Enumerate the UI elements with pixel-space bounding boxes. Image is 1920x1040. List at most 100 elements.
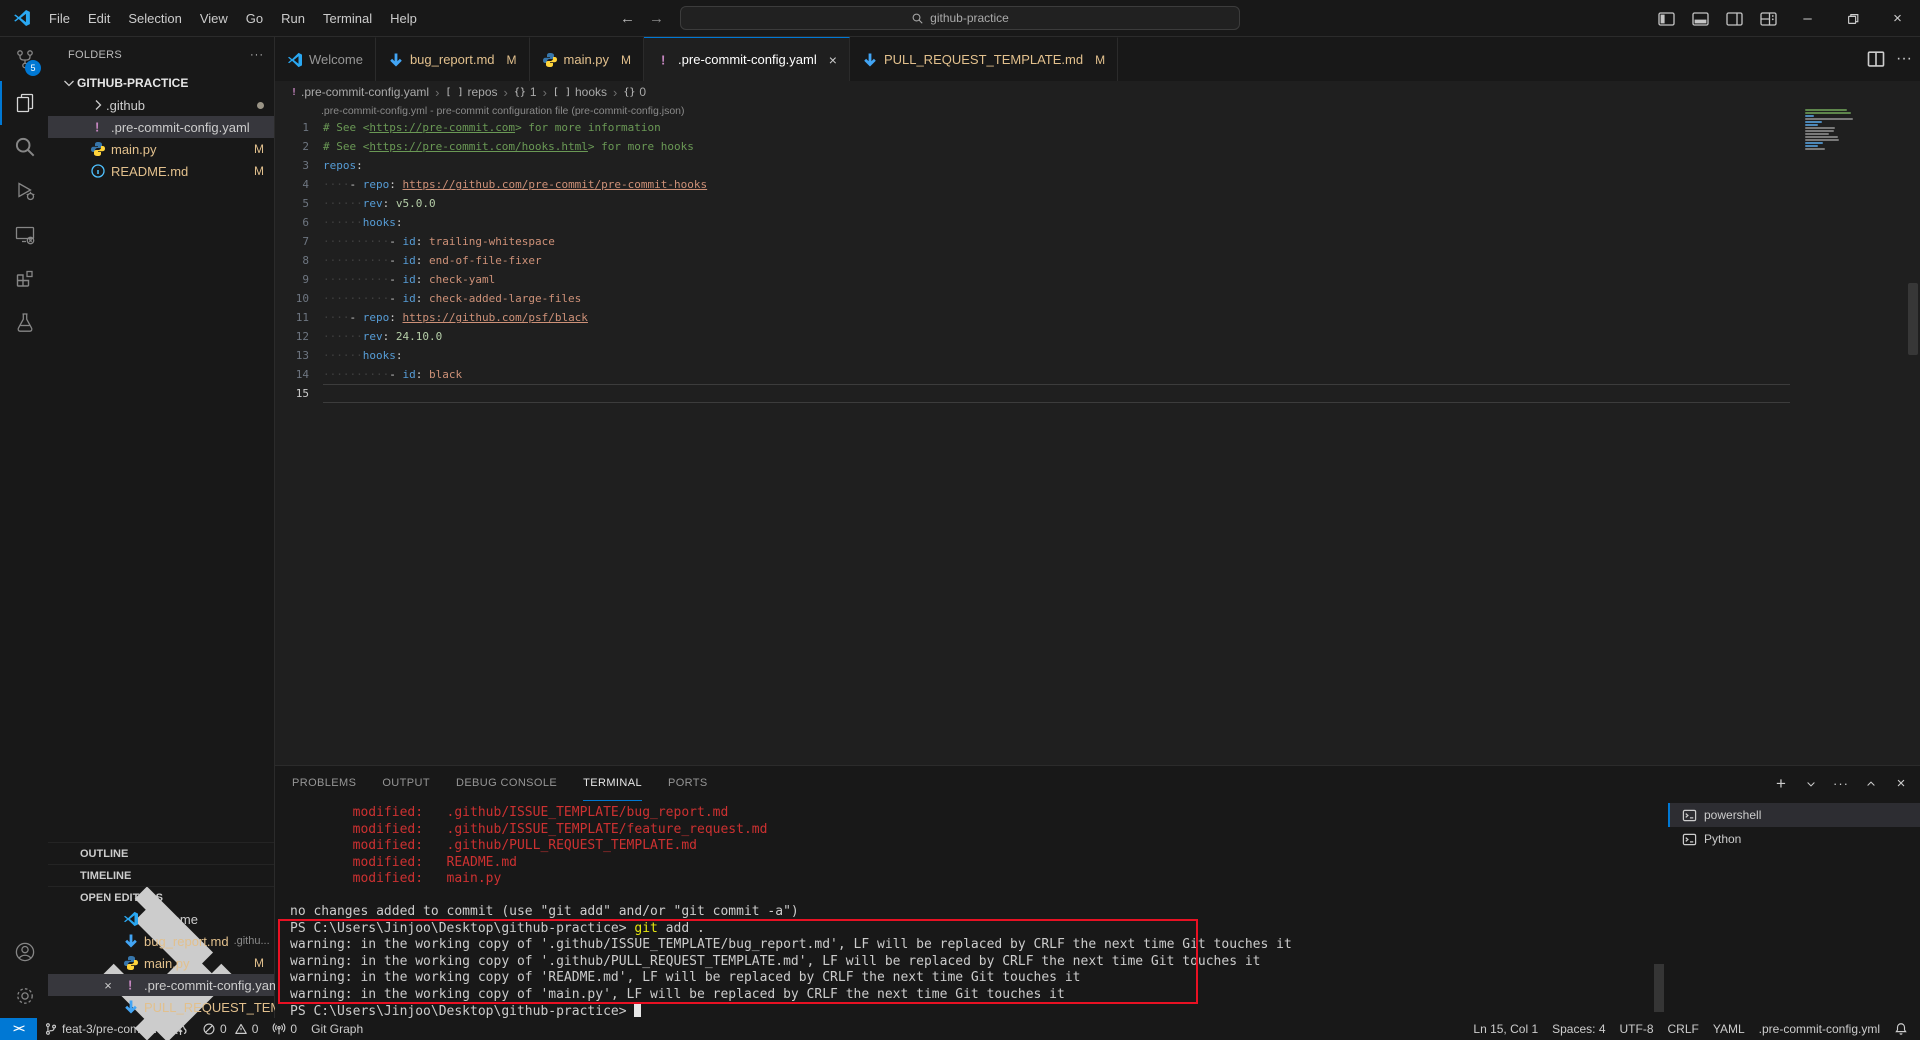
layout-sidebar-right-icon[interactable] — [1717, 0, 1751, 37]
activity-account-icon[interactable] — [0, 930, 48, 974]
editor-scrollbar[interactable] — [1908, 283, 1918, 355]
tab-welcome[interactable]: Welcome — [275, 37, 376, 81]
close-icon[interactable]: × — [100, 978, 116, 993]
open-editor-pull-request-tem-[interactable]: PULL_REQUEST_TEM...M — [48, 996, 308, 1018]
menu-file[interactable]: File — [40, 0, 79, 37]
layout-panel-icon[interactable] — [1683, 0, 1717, 37]
minimap-line — [1805, 142, 1823, 144]
minimize-button[interactable]: – — [1785, 0, 1830, 37]
broadcast-icon — [272, 1022, 286, 1036]
open-editor-bug-report-md[interactable]: bug_report.md.githu...M — [48, 930, 286, 952]
command-center[interactable]: github-practice — [680, 6, 1240, 30]
breadcrumb-item[interactable]: ! .pre-commit-config.yaml — [291, 85, 429, 99]
tab--pre-commit-config-yaml[interactable]: ! .pre-commit-config.yaml × — [644, 37, 850, 81]
forward-arrow-icon[interactable]: → — [649, 10, 664, 27]
terminal-instance-python[interactable]: Python — [1668, 827, 1920, 851]
tree-item--pre-commit-config-yaml[interactable]: ! .pre-commit-config.yaml — [48, 116, 274, 138]
code-line: 1 # See <https://pre-commit.com> for more… — [275, 118, 1920, 137]
panel-tab-terminal[interactable]: TERMINAL — [583, 766, 642, 801]
status-language-mode[interactable]: YAML — [1706, 1018, 1752, 1040]
panel-chevron-down-icon[interactable] — [1802, 775, 1820, 793]
tree-root[interactable]: GITHUB-PRACTICE — [48, 72, 274, 94]
modified-badge: M — [621, 52, 632, 67]
editor-more-icon[interactable]: ··· — [1896, 50, 1912, 68]
remote-indicator[interactable]: >< — [0, 1018, 37, 1040]
vscode-window: File Edit Selection View Go Run Terminal Help ←… — [0, 0, 1920, 1040]
breadcrumb[interactable]: ! .pre-commit-config.yaml ›[ ] repos ›{} 1 ›[ … — [275, 81, 1920, 103]
git-graph-button[interactable]: Git Graph — [304, 1018, 370, 1040]
panel-tab-debug-console[interactable]: DEBUG CONSOLE — [456, 766, 557, 801]
breadcrumb-item[interactable]: {} 0 — [623, 85, 646, 99]
symbol-icon: [ ] — [552, 86, 571, 98]
tab-pull-request-template-md[interactable]: PULL_REQUEST_TEMPLATE.md M — [849, 37, 1119, 81]
status-encoding[interactable]: UTF-8 — [1613, 1018, 1661, 1040]
panel-tab-ports[interactable]: PORTS — [668, 766, 708, 801]
menu-go[interactable]: Go — [237, 0, 272, 37]
open-editor-welcome[interactable]: Welcome — [48, 908, 274, 930]
bell-icon[interactable] — [1887, 1018, 1920, 1040]
tab-label: PULL_REQUEST_TEMPLATE.md — [883, 52, 1084, 67]
editor-tab-bar: Welcome bug_report.md Mmain.py M! .pre-commi… — [275, 37, 1920, 81]
chevron-down-icon — [61, 75, 77, 91]
terminal-output[interactable]: modified: .github/ISSUE_TEMPLATE/bug_rep… — [275, 801, 1668, 1018]
tree-item-main-py[interactable]: main.py M — [48, 138, 274, 160]
code-line: 9 ··········- id: check-yaml — [275, 270, 1920, 289]
split-editor-icon[interactable] — [1866, 49, 1886, 69]
open-editor-main-py[interactable]: main.py M — [48, 952, 274, 974]
back-arrow-icon[interactable]: ← — [620, 10, 635, 27]
activity-extensions-icon[interactable] — [0, 257, 48, 301]
menu-run[interactable]: Run — [272, 0, 314, 37]
minimap-line — [1805, 109, 1848, 111]
panel-close-icon[interactable]: × — [1892, 775, 1910, 793]
breadcrumb-item[interactable]: [ ] repos — [445, 85, 497, 99]
close-icon[interactable]: × — [829, 52, 837, 68]
breadcrumb-item[interactable]: [ ] hooks — [553, 85, 607, 99]
section-open-editors[interactable]: OPEN EDITORS — [48, 886, 274, 1040]
breadcrumb-separator: › — [503, 84, 508, 100]
tree-item-readme-md[interactable]: README.md M — [48, 160, 274, 182]
tree-item--github[interactable]: .github — [48, 94, 274, 116]
panel-tab-output[interactable]: OUTPUT — [382, 766, 430, 801]
sidebar-more-icon[interactable]: ··· — [250, 49, 264, 61]
restore-button[interactable] — [1830, 0, 1875, 37]
section-timeline[interactable]: TIMELINE — [48, 864, 274, 1040]
close-button[interactable]: × — [1875, 0, 1920, 37]
terminal-label: powershell — [1704, 808, 1762, 822]
terminal-instance-powershell[interactable]: powershell — [1668, 803, 1920, 827]
layout-sidebar-left-icon[interactable] — [1649, 0, 1683, 37]
terminal-scrollbar[interactable] — [1654, 964, 1664, 1012]
panel-plus-icon[interactable]: + — [1772, 775, 1790, 793]
status-schema-name[interactable]: .pre-commit-config.yml — [1752, 1018, 1887, 1040]
terminal-line: modified: .github/ISSUE_TEMPLATE/feature… — [290, 821, 768, 837]
status-indentation[interactable]: Spaces: 4 — [1545, 1018, 1612, 1040]
breadcrumb-item[interactable]: {} 1 — [514, 85, 537, 99]
status-cursor-position[interactable]: Ln 15, Col 1 — [1466, 1018, 1545, 1040]
activity-explorer-icon[interactable] — [0, 81, 48, 125]
editor-pane[interactable]: .pre-commit-config.yml - pre-commit conf… — [275, 103, 1920, 765]
menu-selection[interactable]: Selection — [119, 0, 190, 37]
activity-search-icon[interactable] — [0, 125, 48, 169]
activity-settings-gear-icon[interactable] — [0, 974, 48, 1018]
menu-help[interactable]: Help — [381, 0, 426, 37]
open-editor--pre-commit-config-yaml[interactable]: ×! .pre-commit-config.yaml — [48, 974, 283, 996]
file-label: .pre-commit-config.yaml — [111, 119, 250, 135]
tab-main-py[interactable]: main.py M — [529, 37, 645, 81]
tab-bug-report-md[interactable]: bug_report.md M — [375, 37, 530, 81]
status-eol[interactable]: CRLF — [1661, 1018, 1706, 1040]
minimap[interactable] — [1805, 109, 1862, 154]
section-outline[interactable]: OUTLINE — [48, 842, 274, 1019]
sidebar-title: FOLDERS — [68, 48, 123, 61]
activity-remote-explorer-icon[interactable] — [0, 213, 48, 257]
layout-customize-icon[interactable] — [1751, 0, 1785, 37]
line-number: 14 — [295, 368, 309, 381]
activity-source-control-icon[interactable]: 5 — [0, 37, 48, 81]
bottom-panel: PROBLEMS OUTPUT DEBUG CONSOLE TERMINAL PORTS… — [275, 765, 1920, 1018]
menu-edit[interactable]: Edit — [79, 0, 119, 37]
menu-view[interactable]: View — [191, 0, 237, 37]
panel-tab-problems[interactable]: PROBLEMS — [292, 766, 356, 801]
activity-testing-icon[interactable] — [0, 301, 48, 345]
activity-run-debug-icon[interactable] — [0, 169, 48, 213]
panel-chevron-up-icon[interactable] — [1862, 775, 1880, 793]
menu-terminal[interactable]: Terminal — [314, 0, 381, 37]
panel-more-icon[interactable]: ··· — [1832, 775, 1850, 793]
